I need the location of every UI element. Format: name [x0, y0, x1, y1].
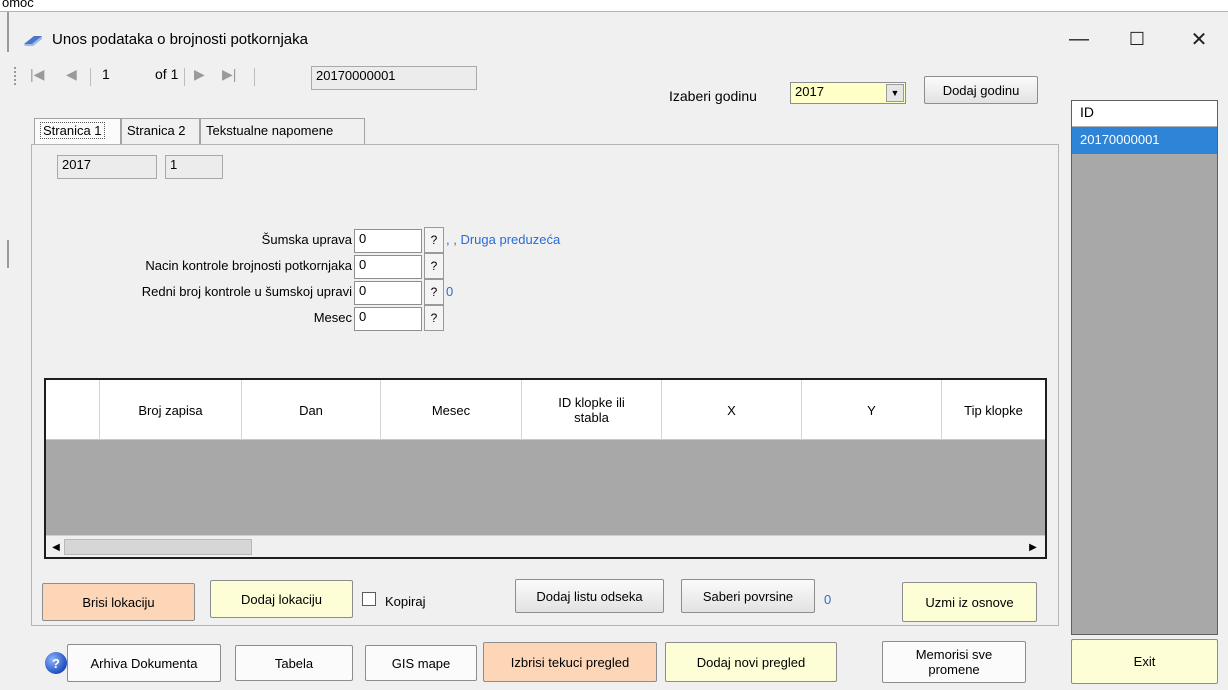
sumska-uprava-label: Šumska uprava [261, 232, 352, 247]
redni-broj-description: 0 [446, 284, 454, 299]
minimize-button[interactable]: — [1056, 24, 1102, 54]
column-header-tip-klopke[interactable]: Tip klopke [942, 380, 1045, 440]
record-count: of 1 [155, 66, 179, 82]
left-edge-mark [7, 240, 9, 268]
tab-tekstualne-napomene[interactable]: Tekstualne napomene [200, 118, 365, 144]
row-header-corner [46, 380, 100, 440]
sumska-uprava-input[interactable]: 0 [354, 229, 422, 253]
add-year-button[interactable]: Dodaj godinu [924, 76, 1038, 104]
toolbar-grip [14, 67, 17, 85]
column-header-dan[interactable]: Dan [242, 380, 381, 440]
mesec-input[interactable]: 0 [354, 307, 422, 331]
sum-areas-value: 0 [824, 592, 832, 607]
toolbar-separator [184, 68, 185, 86]
redni-broj-lookup-button[interactable]: ? [424, 279, 444, 305]
toolbar-separator [254, 68, 255, 86]
year-field[interactable]: 2017 [57, 155, 157, 179]
first-record-icon[interactable]: |◀ [30, 66, 44, 83]
window-title: Unos podataka o brojnosti potkornjaka [52, 31, 308, 48]
background-window-strip: omoc [0, 0, 1228, 12]
take-from-base-button[interactable]: Uzmi iz osnove [902, 582, 1037, 622]
id-list-item[interactable]: 20170000001 [1072, 127, 1217, 154]
locations-grid[interactable]: Broj zapisa Dan Mesec ID klopke ili stab… [44, 378, 1047, 559]
horizontal-scrollbar[interactable]: ◀ ▶ [46, 535, 1045, 557]
add-section-list-button[interactable]: Dodaj listu odseka [515, 579, 664, 613]
mesec-lookup-button[interactable]: ? [424, 305, 444, 331]
save-all-changes-button[interactable]: Memorisi sve promene [882, 641, 1026, 683]
app-icon [24, 36, 42, 46]
exit-button[interactable]: Exit [1071, 639, 1218, 684]
background-window-text: omoc [2, 0, 34, 10]
year-select-label: Izaberi godinu [669, 88, 757, 104]
sum-areas-button[interactable]: Saberi povrsine [681, 579, 815, 613]
tab-label: Stranica 1 [40, 122, 105, 139]
column-header-mesec[interactable]: Mesec [381, 380, 522, 440]
redni-broj-label: Redni broj kontrole u šumskoj upravi [141, 284, 352, 299]
delete-location-button[interactable]: Brisi lokaciju [42, 583, 195, 621]
nacin-kontrole-input[interactable]: 0 [354, 255, 422, 279]
gis-maps-button[interactable]: GIS mape [365, 645, 477, 681]
nacin-kontrole-label: Nacin kontrole brojnosti potkornjaka [145, 258, 352, 273]
nacin-kontrole-lookup-button[interactable]: ? [424, 253, 444, 279]
scroll-left-icon[interactable]: ◀ [48, 539, 64, 555]
left-edge-mark [7, 12, 9, 52]
next-record-icon[interactable]: ▶ [194, 66, 205, 83]
number-field[interactable]: 1 [165, 155, 223, 179]
tab-stranica-1[interactable]: Stranica 1 [34, 118, 121, 144]
year-dropdown-value: 2017 [795, 84, 824, 99]
record-id-list[interactable]: ID 20170000001 [1071, 100, 1218, 635]
sumska-uprava-description: , , Druga preduzeća [446, 232, 561, 247]
close-button[interactable]: ✕ [1176, 24, 1222, 54]
chevron-down-icon[interactable]: ▼ [886, 84, 904, 102]
tab-stranica-2[interactable]: Stranica 2 [121, 118, 200, 144]
previous-record-icon[interactable]: ◀ [66, 66, 77, 83]
column-header-x[interactable]: X [662, 380, 802, 440]
mesec-label: Mesec [313, 310, 352, 325]
table-button[interactable]: Tabela [235, 645, 353, 681]
toolbar-separator [90, 68, 91, 86]
document-archive-button[interactable]: Arhiva Dokumenta [67, 644, 221, 682]
record-position[interactable]: 1 [102, 66, 110, 82]
record-id-field[interactable]: 20170000001 [311, 66, 477, 90]
add-new-review-button[interactable]: Dodaj novi pregled [665, 642, 837, 682]
scroll-right-icon[interactable]: ▶ [1025, 539, 1041, 555]
maximize-button[interactable]: ☐ [1114, 24, 1160, 54]
delete-current-review-button[interactable]: Izbrisi tekuci pregled [483, 642, 657, 682]
column-header-y[interactable]: Y [802, 380, 942, 440]
redni-broj-input[interactable]: 0 [354, 281, 422, 305]
help-icon[interactable]: ? [45, 652, 67, 674]
column-header-id-klopke[interactable]: ID klopke ili stabla [522, 380, 662, 440]
last-record-icon[interactable]: ▶| [222, 66, 236, 83]
id-column-header: ID [1072, 101, 1217, 127]
grid-header: Broj zapisa Dan Mesec ID klopke ili stab… [46, 380, 1045, 440]
sumska-uprava-lookup-button[interactable]: ? [424, 227, 444, 253]
column-header-broj-zapisa[interactable]: Broj zapisa [100, 380, 242, 440]
add-location-button[interactable]: Dodaj lokaciju [210, 580, 353, 618]
copy-checkbox[interactable] [362, 592, 376, 606]
scrollbar-thumb[interactable] [64, 539, 252, 555]
copy-checkbox-label: Kopiraj [385, 594, 426, 609]
